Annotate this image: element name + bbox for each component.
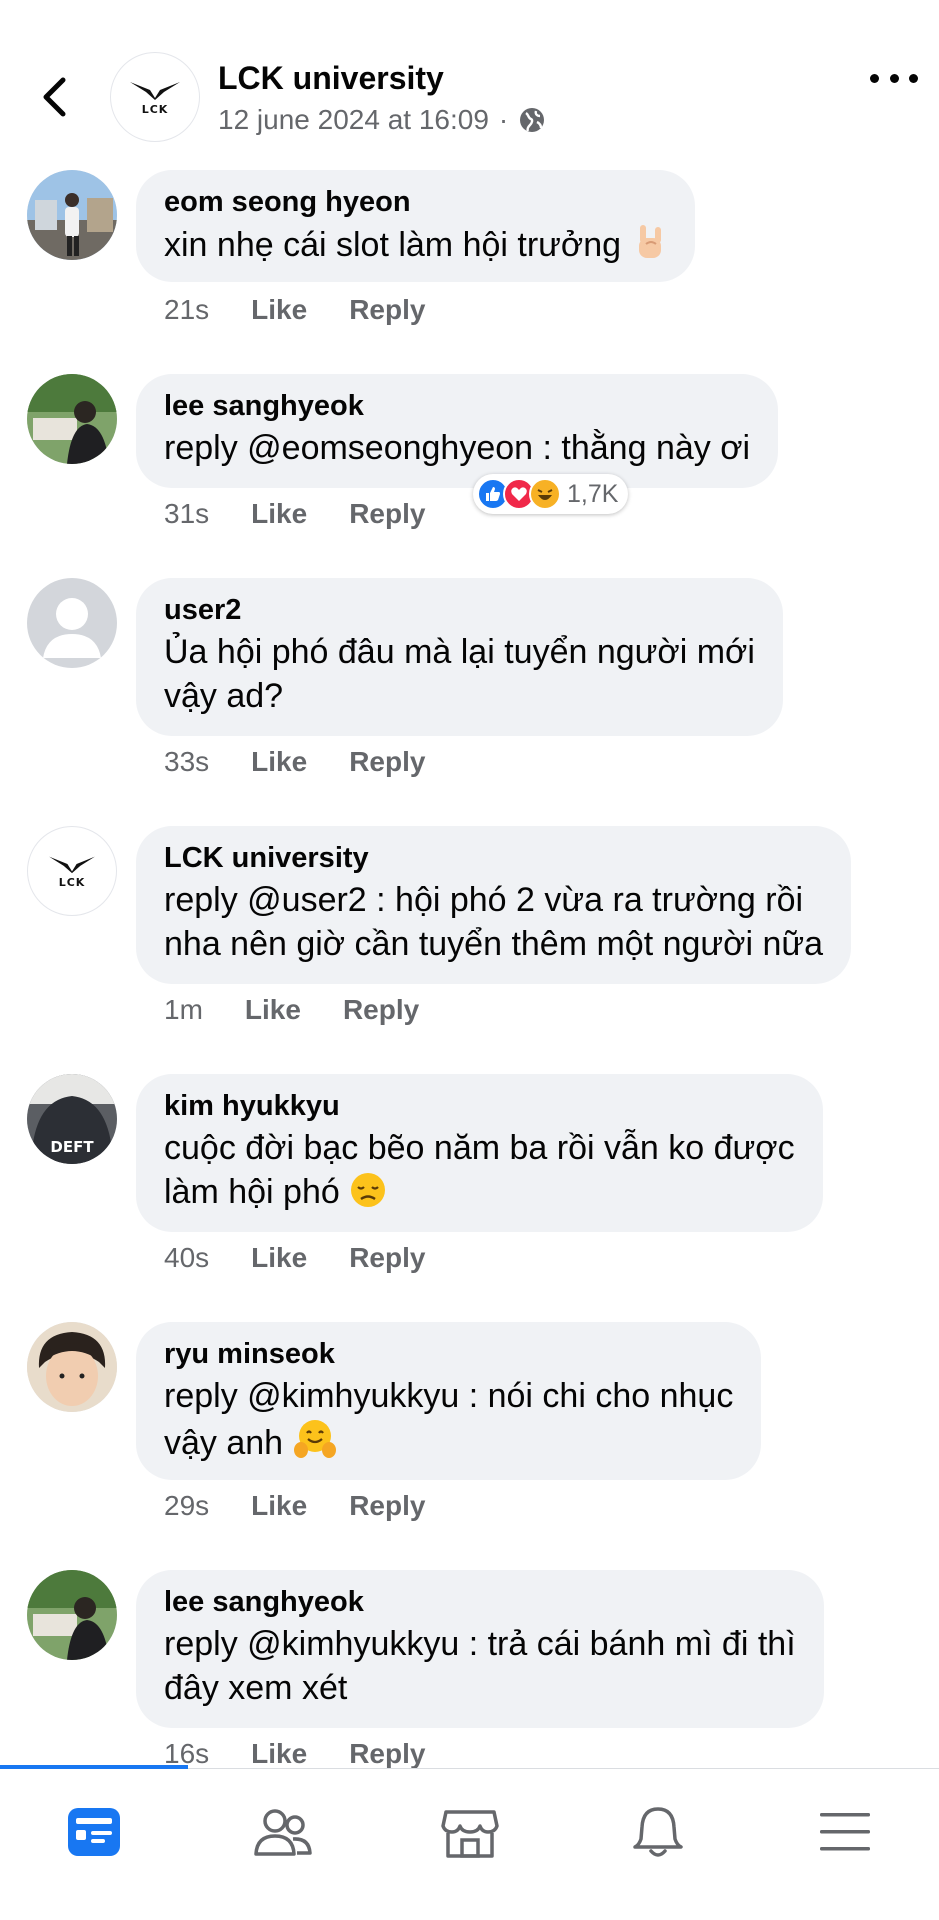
comment-text: reply @kimhyukkyu : nói chi cho nhục vậy… [164, 1377, 734, 1462]
dot-icon [889, 73, 899, 83]
news-feed-icon [68, 1808, 120, 1856]
comment-actions: 16s Like Reply [164, 1738, 425, 1770]
chevron-left-icon [43, 77, 66, 117]
commenter-name[interactable]: ryu minseok [164, 1334, 733, 1374]
reply-button[interactable]: Reply [349, 746, 425, 778]
tab-menu[interactable] [810, 1797, 880, 1867]
avatar[interactable] [27, 170, 117, 260]
avatar-photo [27, 1570, 117, 1660]
reply-button[interactable]: Reply [349, 498, 425, 530]
reply-button[interactable]: Reply [349, 1242, 425, 1274]
comment-time[interactable]: 33s [164, 746, 209, 778]
post-header: LCK LCK university 12 june 2024 at 16:09… [0, 0, 939, 160]
marketplace-icon [441, 1810, 499, 1858]
active-tab-indicator [0, 1765, 188, 1769]
reply-button[interactable]: Reply [343, 994, 419, 1026]
more-options-button[interactable] [870, 64, 918, 92]
notifications-icon [633, 1807, 683, 1857]
menu-icon [820, 1813, 870, 1851]
comment-bubble[interactable]: eom seong hyeon xin nhẹ cái slot làm hội… [136, 170, 695, 282]
comment-bubble[interactable]: lee sanghyeok reply @kimhyukkyu : trả cá… [136, 1570, 824, 1728]
tab-news-feed[interactable] [59, 1797, 129, 1867]
commenter-name[interactable]: LCK university [164, 838, 823, 878]
comment-bubble[interactable]: user2 Ủa hội phó đâu mà lại tuyển người … [136, 578, 783, 736]
like-button[interactable]: Like [251, 1490, 307, 1522]
rock-hand-emoji-icon [638, 225, 661, 258]
avatar[interactable] [27, 1570, 117, 1660]
commenter-name[interactable]: kim hyukkyu [164, 1086, 795, 1126]
post-date[interactable]: 12 june 2024 at 16:09 [218, 104, 489, 136]
commenter-name[interactable]: eom seong hyeon [164, 182, 667, 222]
comment-text: reply @user2 : hội phó 2 vừa ra trường r… [164, 881, 824, 963]
avatar-photo: DEFT [27, 1074, 117, 1164]
disappointed-face-emoji-icon [351, 1173, 386, 1207]
avatar[interactable] [27, 1322, 117, 1412]
avatar[interactable] [27, 578, 117, 668]
hugging-face-emoji-icon [293, 1420, 336, 1458]
svg-text:DEFT: DEFT [50, 1138, 94, 1156]
comment-actions: 21s Like Reply [164, 294, 425, 326]
reply-button[interactable]: Reply [349, 294, 425, 326]
comment-bubble[interactable]: LCK university reply @user2 : hội phó 2 … [136, 826, 852, 984]
like-button[interactable]: Like [251, 294, 307, 326]
comment-actions: 40s Like Reply [164, 1242, 425, 1274]
reply-button[interactable]: Reply [349, 1738, 425, 1770]
commenter-name[interactable]: lee sanghyeok [164, 1582, 796, 1622]
tab-notifications[interactable] [623, 1797, 693, 1867]
tab-friends[interactable] [248, 1797, 318, 1867]
commenter-name[interactable]: lee sanghyeok [164, 386, 750, 426]
like-button[interactable]: Like [251, 1242, 307, 1274]
dot-icon [870, 73, 879, 83]
commenter-name[interactable]: user2 [164, 590, 755, 630]
avatar-photo [27, 374, 117, 464]
comment-actions: 33s Like Reply [164, 746, 425, 778]
like-button[interactable]: Like [251, 1738, 307, 1770]
globe-icon [520, 108, 545, 132]
lck-logo-icon [49, 856, 95, 874]
comment-text: cuộc đời bạc bẽo năm ba rồi vẫn ko được … [164, 1129, 795, 1211]
like-button[interactable]: Like [251, 746, 307, 778]
comment-text: xin nhẹ cái slot làm hội trưởng [164, 222, 667, 267]
back-button[interactable] [36, 72, 72, 122]
reaction-count: 1,7K [567, 479, 619, 508]
comment-time[interactable]: 21s [164, 294, 209, 326]
meta-separator: · [498, 104, 509, 135]
comment-actions: 1m Like Reply [164, 994, 419, 1026]
avatar-photo [27, 1322, 117, 1412]
comment-actions: 29s Like Reply [164, 1490, 425, 1522]
bottom-tab-bar [0, 1765, 939, 1920]
logo-text: LCK [141, 103, 169, 116]
default-avatar-icon [43, 598, 101, 658]
comment-text: reply @kimhyukkyu : trả cái bánh mì đi t… [164, 1625, 796, 1707]
comment-text: reply @eomseonghyeon : thằng này ơi [164, 429, 751, 467]
logo-text: LCK [58, 876, 86, 889]
tab-marketplace[interactable] [435, 1797, 505, 1867]
comment-bubble[interactable]: ryu minseok reply @kimhyukkyu : nói chi … [136, 1322, 762, 1480]
comment-time[interactable]: 29s [164, 1490, 209, 1522]
avatar[interactable]: LCK [27, 826, 117, 916]
comment-time[interactable]: 40s [164, 1242, 209, 1274]
avatar[interactable] [27, 374, 117, 464]
like-button[interactable]: Like [245, 994, 301, 1026]
reaction-summary[interactable]: 1,7K [473, 474, 629, 514]
lck-logo-icon [130, 82, 180, 100]
comment-actions: 31s Like Reply [164, 498, 425, 530]
comment-bubble[interactable]: lee sanghyeok reply @eomseonghyeon : thằ… [136, 374, 779, 488]
comment-text: Ủa hội phó đâu mà lại tuyển người mới vậ… [164, 633, 755, 715]
friends-icon [254, 1809, 312, 1856]
comment-time[interactable]: 1m [164, 994, 203, 1026]
haha-reaction-icon [529, 478, 561, 510]
dot-icon [909, 73, 918, 83]
page-avatar[interactable]: LCK [110, 52, 200, 142]
avatar-photo [27, 170, 117, 260]
comment-time[interactable]: 31s [164, 498, 209, 530]
like-button[interactable]: Like [251, 498, 307, 530]
avatar[interactable]: DEFT [27, 1074, 117, 1164]
post-meta: 12 june 2024 at 16:09 · [218, 104, 546, 136]
comment-bubble[interactable]: kim hyukkyu cuộc đời bạc bẽo năm ba rồi … [136, 1074, 823, 1232]
reply-button[interactable]: Reply [349, 1490, 425, 1522]
page-name[interactable]: LCK university [218, 60, 444, 97]
